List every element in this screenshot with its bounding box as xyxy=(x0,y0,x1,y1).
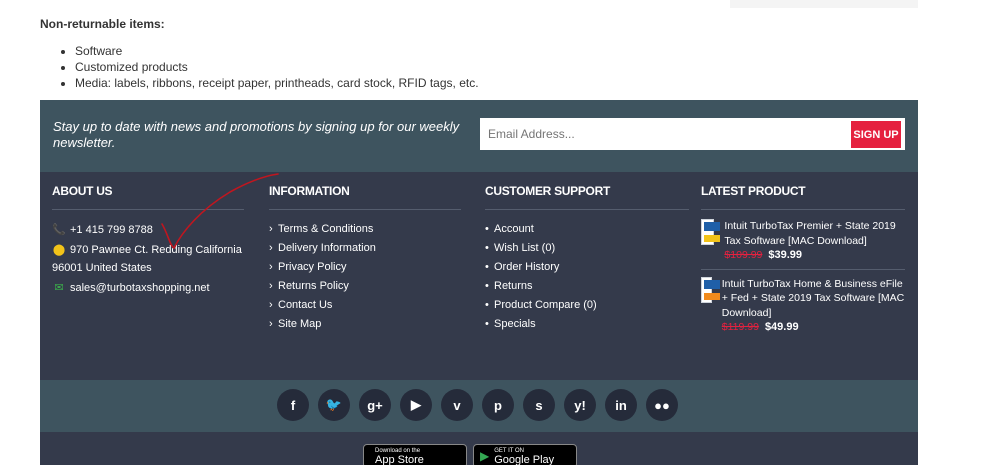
email-row: ✉ sales@turbotaxshopping.net xyxy=(52,279,244,297)
address-row: ⬤ 970 Pawnee Ct. Redding California 96001… xyxy=(52,241,244,277)
info-link-returns[interactable]: › Returns Policy xyxy=(269,278,461,297)
bullet-icon: • xyxy=(485,318,489,330)
sign-up-button[interactable]: SIGN UP xyxy=(851,121,901,148)
info-link-privacy[interactable]: › Privacy Policy xyxy=(269,259,461,278)
vimeo-icon[interactable]: v xyxy=(441,389,473,421)
non-returnable-list: Software Customized products Media: labe… xyxy=(75,43,479,91)
app-store-badges: Download on the App Store ▶ GET IT ON Goog… xyxy=(363,444,583,465)
about-column: ABOUT US 📞 +1 415 799 8788 ⬤ 970 Pawnee Ct… xyxy=(52,184,244,297)
link-label[interactable]: Wish List (0) xyxy=(494,242,555,254)
badge-big-text: Google Play xyxy=(494,454,555,465)
facebook-icon[interactable]: f xyxy=(277,389,309,421)
price: $49.99 xyxy=(764,321,799,333)
link-label[interactable]: Delivery Information xyxy=(278,242,376,254)
product-name[interactable]: Intuit TurboTax Home & Business eFile + … xyxy=(722,277,905,321)
bullet-icon: • xyxy=(485,223,489,235)
link-label[interactable]: Specials xyxy=(494,318,536,330)
product-info: Intuit TurboTax Home & Business eFile + … xyxy=(722,277,905,335)
social-band: f 🐦 g+ ▶ v p s y! in ●● xyxy=(40,380,918,432)
info-link-sitemap[interactable]: › Site Map xyxy=(269,316,461,335)
newsletter-text: Stay up to date with news and promotions… xyxy=(53,119,460,150)
social-icons: f 🐦 g+ ▶ v p s y! in ●● xyxy=(277,389,687,421)
flickr-icon[interactable]: ●● xyxy=(646,389,678,421)
info-link-contact[interactable]: › Contact Us xyxy=(269,297,461,316)
support-link-wishlist[interactable]: • Wish List (0) xyxy=(485,240,689,259)
information-title: INFORMATION xyxy=(269,184,461,210)
chevron-right-icon: › xyxy=(269,223,273,235)
badge-big-text: App Store xyxy=(375,454,424,465)
product-name[interactable]: Intuit TurboTax Premier + State 2019 Tax… xyxy=(724,219,905,248)
list-item: Software xyxy=(75,43,479,59)
twitter-icon[interactable]: 🐦 xyxy=(318,389,350,421)
yahoo-icon[interactable]: y! xyxy=(564,389,596,421)
list-item: Media: labels, ribbons, receipt paper, p… xyxy=(75,75,479,91)
phone-number: +1 415 799 8788 xyxy=(70,224,153,236)
app-store-badge[interactable]: Download on the App Store xyxy=(363,444,467,465)
youtube-icon[interactable]: ▶ xyxy=(400,389,432,421)
chevron-right-icon: › xyxy=(269,280,273,292)
product-item[interactable]: Intuit TurboTax Premier + State 2019 Tax… xyxy=(701,219,905,270)
phone-row: 📞 +1 415 799 8788 xyxy=(52,221,244,239)
google-plus-icon[interactable]: g+ xyxy=(359,389,391,421)
old-price: $119.99 xyxy=(721,321,759,333)
link-label[interactable]: Privacy Policy xyxy=(278,261,346,273)
google-play-badge[interactable]: ▶ GET IT ON Google Play xyxy=(473,444,577,465)
about-title: ABOUT US xyxy=(52,184,244,210)
footer: Stay up to date with news and promotions… xyxy=(40,100,918,465)
chevron-right-icon: › xyxy=(269,299,273,311)
bullet-icon: • xyxy=(485,242,489,254)
support-column: CUSTOMER SUPPORT • Account • Wish List (0)… xyxy=(485,184,689,335)
price: $39.99 xyxy=(768,249,803,261)
product-thumbnail[interactable] xyxy=(701,276,720,303)
address: 970 Pawnee Ct. Redding California 96001 … xyxy=(52,244,242,274)
chevron-right-icon: › xyxy=(269,261,273,273)
support-link-returns[interactable]: • Returns xyxy=(485,278,689,297)
link-label[interactable]: Returns xyxy=(494,280,533,292)
information-column: INFORMATION › Terms & Conditions › Deliver… xyxy=(269,184,461,335)
phone-icon: 📞 xyxy=(52,224,66,236)
link-label[interactable]: Terms & Conditions xyxy=(278,223,373,235)
support-link-orders[interactable]: • Order History xyxy=(485,259,689,278)
link-label[interactable]: Returns Policy xyxy=(278,280,349,292)
pinterest-icon[interactable]: p xyxy=(482,389,514,421)
non-returnable-title: Non-returnable items: xyxy=(40,17,165,31)
link-label[interactable]: Contact Us xyxy=(278,299,332,311)
link-label[interactable]: Account xyxy=(494,223,534,235)
info-link-delivery[interactable]: › Delivery Information xyxy=(269,240,461,259)
chevron-right-icon: › xyxy=(269,242,273,254)
old-price: $109.99 xyxy=(724,249,763,261)
email-icon: ✉ xyxy=(54,282,64,294)
bullet-icon: • xyxy=(485,280,489,292)
product-info: Intuit TurboTax Premier + State 2019 Tax… xyxy=(724,219,905,263)
latest-product-column: LATEST PRODUCT Intuit TurboTax Premier +… xyxy=(701,184,905,348)
info-link-terms[interactable]: › Terms & Conditions xyxy=(269,221,461,240)
bullet-icon: • xyxy=(485,261,489,273)
product-thumbnail[interactable] xyxy=(701,219,720,245)
product-list: Intuit TurboTax Premier + State 2019 Tax… xyxy=(701,219,905,341)
link-label[interactable]: Product Compare (0) xyxy=(494,299,597,311)
sidebar-panel xyxy=(730,0,918,8)
support-title: CUSTOMER SUPPORT xyxy=(485,184,689,210)
bullet-icon: • xyxy=(485,299,489,311)
product-item[interactable]: Intuit TurboTax Home & Business eFile + … xyxy=(701,276,905,341)
support-link-specials[interactable]: • Specials xyxy=(485,316,689,335)
skype-icon[interactable]: s xyxy=(523,389,555,421)
page: Non-returnable items: Software Customize… xyxy=(0,0,999,465)
play-icon: ▶ xyxy=(480,449,490,463)
location-pin-icon: ⬤ xyxy=(52,244,66,256)
support-links: • Account • Wish List (0) • Order History •… xyxy=(485,221,689,335)
email-link[interactable]: sales@turbotaxshopping.net xyxy=(70,282,210,294)
email-input[interactable] xyxy=(480,118,905,150)
linkedin-icon[interactable]: in xyxy=(605,389,637,421)
newsletter-band: Stay up to date with news and promotions… xyxy=(40,100,918,172)
link-label[interactable]: Site Map xyxy=(278,318,321,330)
chevron-right-icon: › xyxy=(269,318,273,330)
support-link-compare[interactable]: • Product Compare (0) xyxy=(485,297,689,316)
list-item: Customized products xyxy=(75,59,479,75)
latest-title: LATEST PRODUCT xyxy=(701,184,905,210)
information-links: › Terms & Conditions › Delivery Informatio… xyxy=(269,221,461,335)
link-label[interactable]: Order History xyxy=(494,261,559,273)
support-link-account[interactable]: • Account xyxy=(485,221,689,240)
